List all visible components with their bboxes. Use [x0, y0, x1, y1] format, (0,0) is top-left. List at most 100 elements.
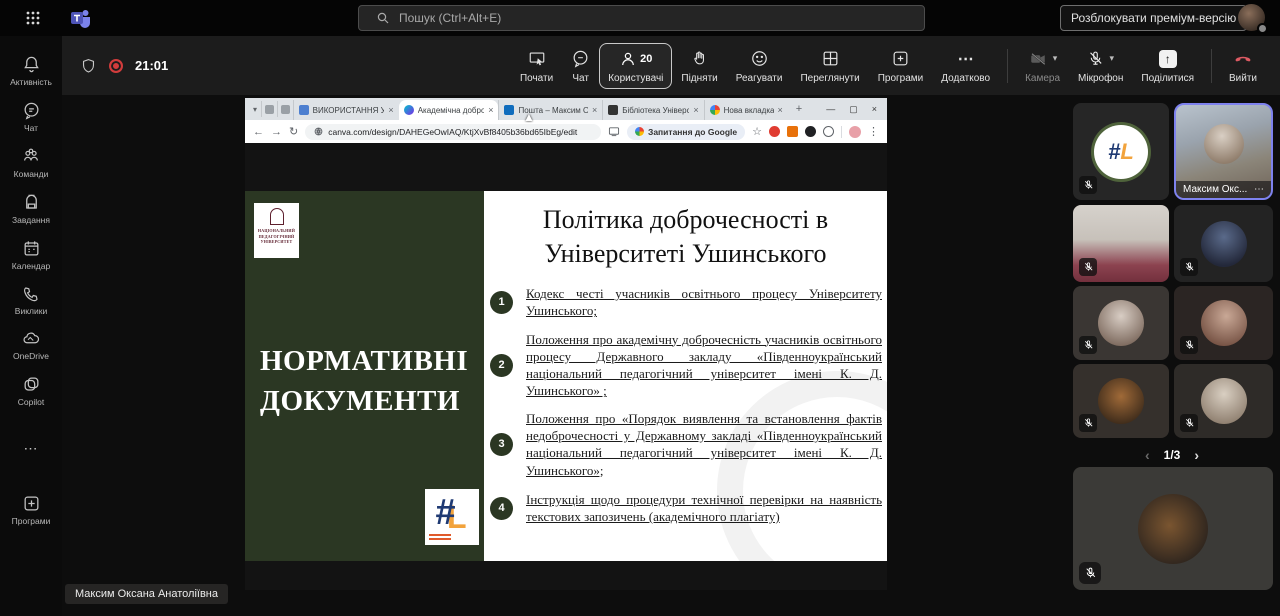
- slide-items: 1 Кодекс честі учасників освітнього проц…: [490, 285, 882, 525]
- camera-off-icon: [1028, 50, 1048, 68]
- meeting-stage: ▾ ВИКОРИСТАННЯ У × Академічна добро × По…: [62, 95, 1280, 616]
- title-bar: Пошук (Ctrl+Alt+E) Розблокувати преміум-…: [0, 0, 1280, 36]
- participant-tile[interactable]: [1073, 205, 1169, 282]
- app-launcher-icon[interactable]: [18, 3, 48, 33]
- raised-hand-icon: [691, 49, 708, 68]
- sidebar-more-icon[interactable]: ⋯: [24, 430, 39, 471]
- share-button[interactable]: ↑ Поділитися: [1132, 43, 1203, 89]
- hang-up-icon: [1232, 50, 1254, 68]
- chat-button[interactable]: Чат: [562, 43, 599, 89]
- close-icon: ×: [872, 104, 877, 114]
- active-speaker-tile[interactable]: Максим Окс... ⋯: [1174, 103, 1273, 200]
- google-icon: [635, 127, 644, 136]
- react-button[interactable]: Реагувати: [727, 43, 792, 89]
- integrity-logo: L #: [425, 489, 479, 545]
- backpack-icon: [22, 193, 41, 212]
- mic-off-icon: [1087, 49, 1104, 68]
- ask-google-button: Запитання до Google: [627, 124, 745, 140]
- more-actions-button[interactable]: ⋯ Додатково: [932, 43, 999, 89]
- calendar-icon: [22, 239, 41, 258]
- canva-favicon: [404, 105, 414, 115]
- raise-hand-button[interactable]: Підняти: [672, 43, 726, 89]
- page-indicator: 1/3: [1164, 448, 1181, 462]
- mic-options-chevron-icon[interactable]: ▾: [1109, 53, 1114, 64]
- sidebar-item-calls[interactable]: Виклики: [0, 278, 62, 323]
- mic-muted-icon: [1180, 414, 1198, 432]
- search-input[interactable]: Пошук (Ctrl+Alt+E): [358, 5, 925, 31]
- item-number: 2: [490, 354, 513, 377]
- participant-tile[interactable]: [1174, 364, 1273, 438]
- shared-screen[interactable]: ▾ ВИКОРИСТАННЯ У × Академічна добро × По…: [245, 98, 887, 590]
- mic-button[interactable]: ▾ Мікрофон: [1069, 43, 1132, 89]
- view-button[interactable]: Переглянути: [791, 43, 868, 89]
- pinned-tab: [277, 101, 293, 117]
- sidebar-item-calendar[interactable]: Календар: [0, 232, 62, 278]
- window-controls: — ▢ ×: [810, 104, 887, 115]
- sidebar-item-teams[interactable]: Команди: [0, 140, 62, 186]
- browser-tab: Нова вкладка ×: [704, 100, 788, 120]
- tab-close-icon: ×: [488, 105, 493, 115]
- profile-icon: [849, 126, 861, 138]
- tab-search-chevron-icon: ▾: [249, 105, 261, 114]
- participant-tile[interactable]: [1073, 364, 1169, 438]
- tab-close-icon: ×: [693, 105, 698, 115]
- sidebar-item-onedrive[interactable]: OneDrive: [0, 323, 62, 368]
- tab-close-icon: ×: [388, 105, 393, 115]
- participant-tile[interactable]: #L: [1073, 103, 1169, 200]
- sidebar-item-activity[interactable]: Активність: [0, 48, 62, 94]
- slide-section-title: НОРМАТИВНІ ДОКУМЕНТИ: [260, 341, 468, 421]
- page-next-icon[interactable]: ›: [1194, 447, 1199, 463]
- sidebar-item-copilot[interactable]: Copilot: [0, 368, 62, 414]
- toolbar-divider: [1211, 49, 1212, 83]
- phone-icon: [22, 285, 40, 303]
- tile-menu-icon[interactable]: ⋯: [1254, 184, 1264, 195]
- people-group-icon: [21, 147, 41, 166]
- tab-favicon: [710, 105, 720, 115]
- participant-tile[interactable]: [1073, 286, 1169, 360]
- chat-bubble-icon: [571, 49, 590, 68]
- meeting-timer: 21:01: [135, 58, 168, 73]
- app-sidebar: Активність Чат Команди Завдання Календар…: [0, 36, 62, 616]
- people-button[interactable]: 20 Користувачі: [599, 43, 672, 89]
- slide-body: Політика доброчесності в Університеті Уш…: [484, 191, 887, 561]
- user-avatar[interactable]: [1238, 4, 1265, 31]
- sidebar-item-apps[interactable]: Програми: [0, 487, 62, 533]
- pinned-tab: [261, 101, 277, 117]
- apps-button[interactable]: Програми: [869, 43, 933, 89]
- browser-tab: ВИКОРИСТАННЯ У ×: [293, 100, 399, 120]
- participant-tile[interactable]: [1073, 467, 1273, 590]
- site-info-icon: [314, 127, 323, 136]
- cast-icon: [608, 126, 620, 137]
- reload-icon: ↻: [289, 125, 298, 138]
- outlook-favicon: [504, 105, 514, 115]
- presenter-name-label: Максим Оксана Анатоліївна: [65, 584, 228, 604]
- speaker-video: [1204, 124, 1244, 164]
- forward-icon: →: [271, 126, 282, 138]
- smiley-icon: [750, 49, 769, 68]
- bookmark-star-icon: ☆: [752, 125, 762, 138]
- url-field: canva.com/design/DAHEGeOwIAQ/KtjXvBf8405…: [305, 124, 601, 140]
- search-icon: [377, 12, 389, 24]
- participant-tile[interactable]: [1174, 286, 1273, 360]
- unlock-premium-button[interactable]: Розблокувати преміум-версію: [1060, 5, 1247, 31]
- page-prev-icon[interactable]: ‹: [1145, 447, 1150, 463]
- participant-avatar: [1098, 300, 1144, 346]
- mic-muted-icon: [1079, 258, 1097, 276]
- start-presenting-button[interactable]: Почати: [511, 43, 562, 89]
- participant-tile[interactable]: [1174, 205, 1273, 282]
- extension-icon-orange: [787, 126, 798, 137]
- leave-button[interactable]: Вийти: [1220, 43, 1266, 89]
- sidebar-item-assignments[interactable]: Завдання: [0, 186, 62, 232]
- participant-count: 20: [640, 53, 652, 65]
- minimize-icon: —: [826, 104, 835, 114]
- browser-tab: Пошта – Максим О ×: [498, 100, 602, 120]
- document-link: Кодекс честі учасників освітнього процес…: [526, 285, 882, 320]
- camera-options-chevron-icon[interactable]: ▾: [1053, 53, 1058, 64]
- camera-button[interactable]: ▾ Камера: [1016, 43, 1069, 89]
- tab-favicon: [299, 105, 309, 115]
- extensions-icon: [823, 126, 834, 137]
- participant-avatar: [1138, 494, 1208, 564]
- browser-menu-icon: ⋮: [868, 125, 879, 138]
- sidebar-item-chat[interactable]: Чат: [0, 94, 62, 140]
- emblem-arch-icon: [270, 208, 284, 225]
